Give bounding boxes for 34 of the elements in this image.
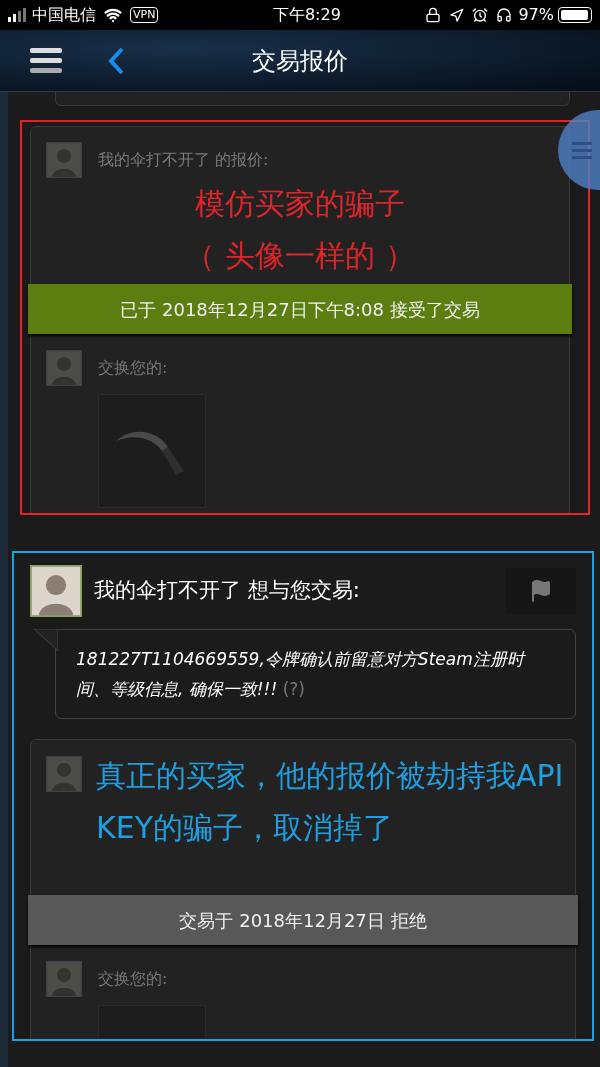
avatar-icon (46, 961, 82, 997)
annotation-note: KEY的骗子，取消掉了 (96, 809, 394, 847)
menu-icon[interactable] (30, 46, 62, 75)
status-text: 已于 2018年12月27日下午8:08 接受了交易 (120, 297, 480, 322)
trade-label: 交换您的: (98, 968, 169, 990)
item-tile[interactable] (98, 394, 206, 508)
avatar-icon (30, 565, 82, 617)
annotation-note: 模仿买家的骗子 (195, 185, 405, 223)
flag-icon (529, 579, 553, 603)
battery-percent: 97% (518, 4, 554, 26)
headphones-icon (496, 7, 513, 23)
avatar-icon (46, 756, 82, 792)
wifi-icon (104, 6, 122, 24)
page-title: 交易报价 (252, 45, 348, 77)
location-icon (449, 7, 465, 23)
message-text: 181227T1104669559,令牌确认前留意对方Steam注册时间、等级信息, 确保一致!!! (?) (76, 648, 527, 701)
status-text: 交易于 2018年12月27日 拒绝 (179, 908, 427, 933)
report-button[interactable] (506, 568, 576, 614)
offer-title: 我的伞打不开了 的报价: (98, 149, 269, 171)
annotation-note: （ 头像一样的 ） (185, 237, 415, 275)
battery-icon (558, 7, 592, 23)
avatar-icon (46, 142, 82, 178)
signal-icon (8, 8, 28, 22)
alarm-icon (472, 7, 489, 23)
trade-label: 交换您的: (98, 357, 169, 379)
vpn-badge: VPN (130, 7, 159, 23)
carrier-name: 中国电信 (32, 4, 96, 26)
avatar-icon (46, 350, 82, 386)
rotation-lock-icon (425, 7, 442, 23)
annotation-note: 真正的买家，他的报价被劫持我API (96, 757, 564, 795)
menu-icon (572, 141, 592, 159)
sender-line: 我的伞打不开了 想与您交易: (94, 577, 360, 605)
clock-time: 下午8:29 (271, 4, 341, 26)
back-icon[interactable] (108, 46, 124, 75)
